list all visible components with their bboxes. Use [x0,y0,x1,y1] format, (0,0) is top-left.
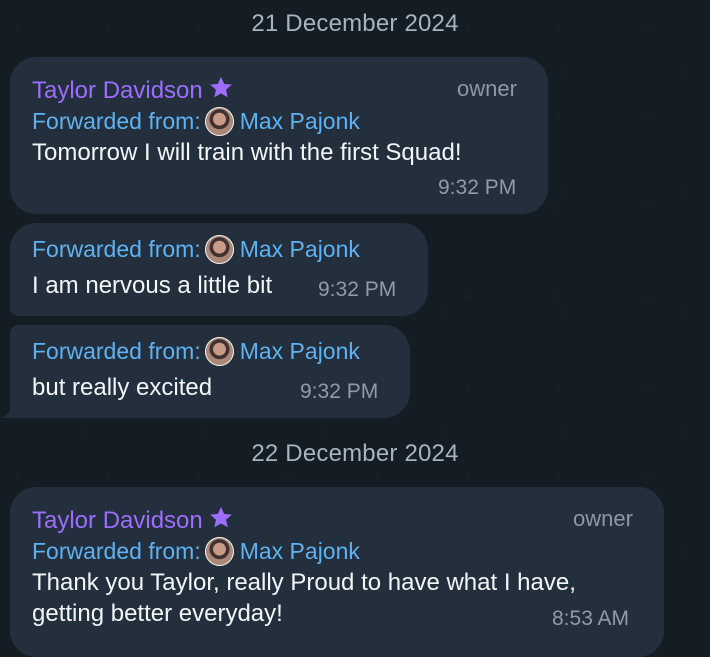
forward-avatar[interactable] [204,107,234,136]
forward-source-name[interactable]: Max Pajonk [240,338,360,365]
message-bubble[interactable]: Taylor Davidson owner Forwarded from: Ma… [10,487,664,657]
message-text-line: Thank you Taylor, really Proud to have w… [32,569,576,596]
sender-name-label: Taylor Davidson [32,507,203,534]
forward-source-name[interactable]: Max Pajonk [240,538,360,565]
bubble-tail [0,400,18,418]
premium-star-icon [209,76,232,98]
role-badge: owner [457,76,517,101]
forward-avatar[interactable] [204,537,234,566]
message-text: I am nervous a little bit [32,272,273,299]
forward-source-name[interactable]: Max Pajonk [240,108,360,135]
sender-name-label: Taylor Davidson [32,77,203,104]
date-separator: 22 December 2024 [251,440,459,467]
message-time: 9:32 PM [438,176,517,199]
message-bubble[interactable]: Taylor Davidson owner Forwarded from: Ma… [10,57,548,214]
message-bubble[interactable]: Forwarded from: Max Pajonk but really ex… [10,325,410,418]
premium-star-icon [209,506,232,528]
forward-avatar[interactable] [204,337,234,366]
role-badge: owner [573,506,633,531]
message-time: 8:53 AM [552,607,630,630]
forwarded-from[interactable]: Forwarded from: Max Pajonk [32,235,360,264]
date-separator: 21 December 2024 [251,10,459,37]
message-time: 9:32 PM [318,278,397,301]
message-text: but really excited [32,374,213,401]
message-time: 9:32 PM [300,380,379,403]
forwarded-from[interactable]: Forwarded from: Max Pajonk [32,107,360,136]
forwarded-label: Forwarded from: [32,538,201,564]
sender-name[interactable]: Taylor Davidson [32,504,235,535]
message-bubble[interactable]: Forwarded from: Max Pajonk I am nervous … [10,223,428,316]
message-text-line: getting better everyday! [32,600,283,627]
forward-avatar[interactable] [204,235,234,264]
forwarded-from[interactable]: Forwarded from: Max Pajonk [32,337,360,366]
message-text: Tomorrow I will train with the first Squ… [32,139,462,166]
sender-name[interactable]: Taylor Davidson [32,74,235,105]
forward-source-name[interactable]: Max Pajonk [240,236,360,263]
forwarded-from[interactable]: Forwarded from: Max Pajonk [32,537,360,566]
forwarded-label: Forwarded from: [32,108,201,134]
forwarded-label: Forwarded from: [32,236,201,262]
forwarded-label: Forwarded from: [32,338,201,364]
